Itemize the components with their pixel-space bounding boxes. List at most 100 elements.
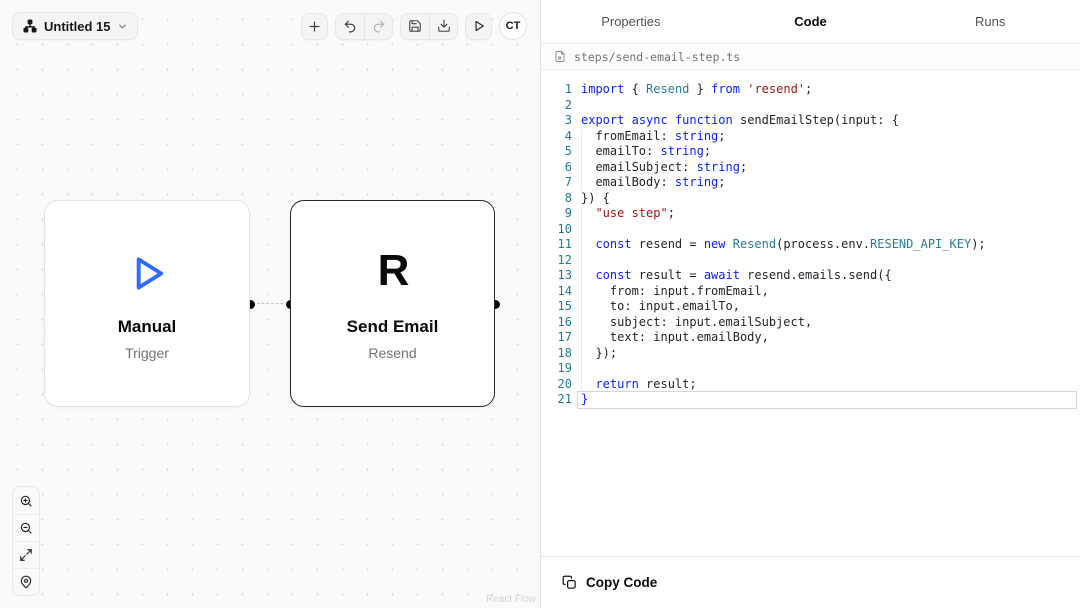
code-line-19[interactable]: 19 [549, 361, 1080, 377]
file-path-label: steps/send-email-step.ts [574, 50, 740, 64]
code-line-17[interactable]: 17 text: input.emailBody, [549, 330, 1080, 346]
file-path-bar: steps/send-email-step.ts [541, 44, 1080, 70]
line-content [581, 361, 1080, 377]
line-content: import { Resend } from 'resend'; [581, 82, 1080, 98]
canvas-toolbar: CT [301, 12, 527, 40]
add-node-button[interactable] [301, 13, 328, 40]
tab-code[interactable]: Code [721, 14, 901, 29]
location-pin-icon [19, 575, 33, 589]
line-number: 20 [549, 377, 572, 393]
save-icon [408, 19, 422, 33]
line-number: 11 [549, 237, 572, 253]
resend-logo: R [378, 245, 408, 297]
code-editor[interactable]: 1import { Resend } from 'resend';23expor… [541, 70, 1080, 557]
node-subtitle: Resend [368, 345, 416, 361]
code-lines: 1import { Resend } from 'resend';23expor… [549, 82, 1080, 408]
line-content: const result = await resend.emails.send(… [581, 268, 1080, 284]
code-line-8[interactable]: 8 }) { [549, 191, 1080, 207]
code-line-10[interactable]: 10 [549, 222, 1080, 238]
code-line-20[interactable]: 20 return result; [549, 377, 1080, 393]
canvas-controls [12, 486, 40, 596]
code-line-1[interactable]: 1import { Resend } from 'resend'; [549, 82, 1080, 98]
line-number: 14 [549, 284, 572, 300]
react-flow-attribution[interactable]: React Flow [486, 594, 536, 605]
line-number: 4 [549, 129, 572, 145]
code-line-12[interactable]: 12 [549, 253, 1080, 269]
code-line-7[interactable]: 7 emailBody: string; [549, 175, 1080, 191]
code-line-2[interactable]: 2 [549, 98, 1080, 114]
flow-canvas[interactable]: Untitled 15 [0, 0, 540, 608]
line-content: text: input.emailBody, [581, 330, 1080, 346]
tab-runs[interactable]: Runs [900, 14, 1080, 29]
line-content: return result; [581, 377, 1080, 393]
line-number: 6 [549, 160, 572, 176]
line-number: 8 [549, 191, 572, 207]
app-window: Untitled 15 [0, 0, 1080, 608]
code-line-14[interactable]: 14 from: input.fromEmail, [549, 284, 1080, 300]
download-button[interactable] [429, 14, 457, 39]
line-content [581, 98, 1080, 114]
line-number: 19 [549, 361, 572, 377]
play-icon [472, 19, 486, 33]
user-avatar[interactable]: CT [499, 12, 527, 40]
code-line-18[interactable]: 18 }); [549, 346, 1080, 362]
undo-button[interactable] [336, 14, 364, 39]
zoom-out-icon [19, 521, 33, 535]
fit-view-button[interactable] [13, 541, 39, 568]
code-line-4[interactable]: 4 fromEmail: string; [549, 129, 1080, 145]
line-content: fromEmail: string; [581, 129, 1080, 145]
workflow-node-send-email[interactable]: R Send Email Resend [290, 200, 495, 407]
workflow-name-label: Untitled 15 [44, 19, 110, 34]
redo-button[interactable] [364, 14, 392, 39]
line-number: 17 [549, 330, 572, 346]
line-number: 12 [549, 253, 572, 269]
line-content: } [581, 392, 1080, 408]
code-line-16[interactable]: 16 subject: input.emailSubject, [549, 315, 1080, 331]
copy-code-label: Copy Code [586, 575, 657, 590]
code-line-3[interactable]: 3export async function sendEmailStep(inp… [549, 113, 1080, 129]
code-line-21[interactable]: 21} [549, 392, 1080, 408]
workflow-node-manual[interactable]: Manual Trigger [44, 200, 250, 407]
copy-code-button[interactable]: Copy Code [562, 575, 657, 590]
avatar-initials: CT [506, 20, 521, 32]
line-content [581, 222, 1080, 238]
workflow-name-button[interactable]: Untitled 15 [12, 12, 138, 40]
history-button-group [335, 13, 393, 40]
line-number: 9 [549, 206, 572, 222]
line-number: 18 [549, 346, 572, 362]
line-number: 7 [549, 175, 572, 191]
line-content: }) { [581, 191, 1080, 207]
run-workflow-button[interactable] [465, 13, 492, 40]
plus-icon [307, 19, 322, 34]
code-line-13[interactable]: 13 const result = await resend.emails.se… [549, 268, 1080, 284]
panel-footer: Copy Code [541, 557, 1080, 608]
code-line-6[interactable]: 6 emailSubject: string; [549, 160, 1080, 176]
undo-icon [343, 19, 357, 33]
chevron-down-icon [117, 21, 128, 32]
line-number: 21 [549, 392, 572, 408]
redo-icon [372, 19, 386, 33]
edge-manual-to-send-email[interactable] [252, 303, 288, 304]
zoom-in-button[interactable] [13, 487, 39, 514]
line-content: }); [581, 346, 1080, 362]
panel-tabs: Properties Code Runs [541, 0, 1080, 44]
line-content: emailTo: string; [581, 144, 1080, 160]
line-number: 2 [549, 98, 572, 114]
tab-properties[interactable]: Properties [541, 14, 721, 29]
node-subtitle: Trigger [125, 345, 169, 361]
line-content: emailSubject: string; [581, 160, 1080, 176]
code-line-15[interactable]: 15 to: input.emailTo, [549, 299, 1080, 315]
line-content: export async function sendEmailStep(inpu… [581, 113, 1080, 129]
save-button[interactable] [401, 14, 429, 39]
line-number: 16 [549, 315, 572, 331]
line-content: to: input.emailTo, [581, 299, 1080, 315]
locate-button[interactable] [13, 568, 39, 595]
zoom-out-button[interactable] [13, 514, 39, 541]
node-title: Send Email [347, 317, 439, 337]
line-number: 15 [549, 299, 572, 315]
line-content: from: input.fromEmail, [581, 284, 1080, 300]
line-content [581, 253, 1080, 269]
code-line-11[interactable]: 11 const resend = new Resend(process.env… [549, 237, 1080, 253]
code-line-5[interactable]: 5 emailTo: string; [549, 144, 1080, 160]
code-line-9[interactable]: 9 "use step"; [549, 206, 1080, 222]
